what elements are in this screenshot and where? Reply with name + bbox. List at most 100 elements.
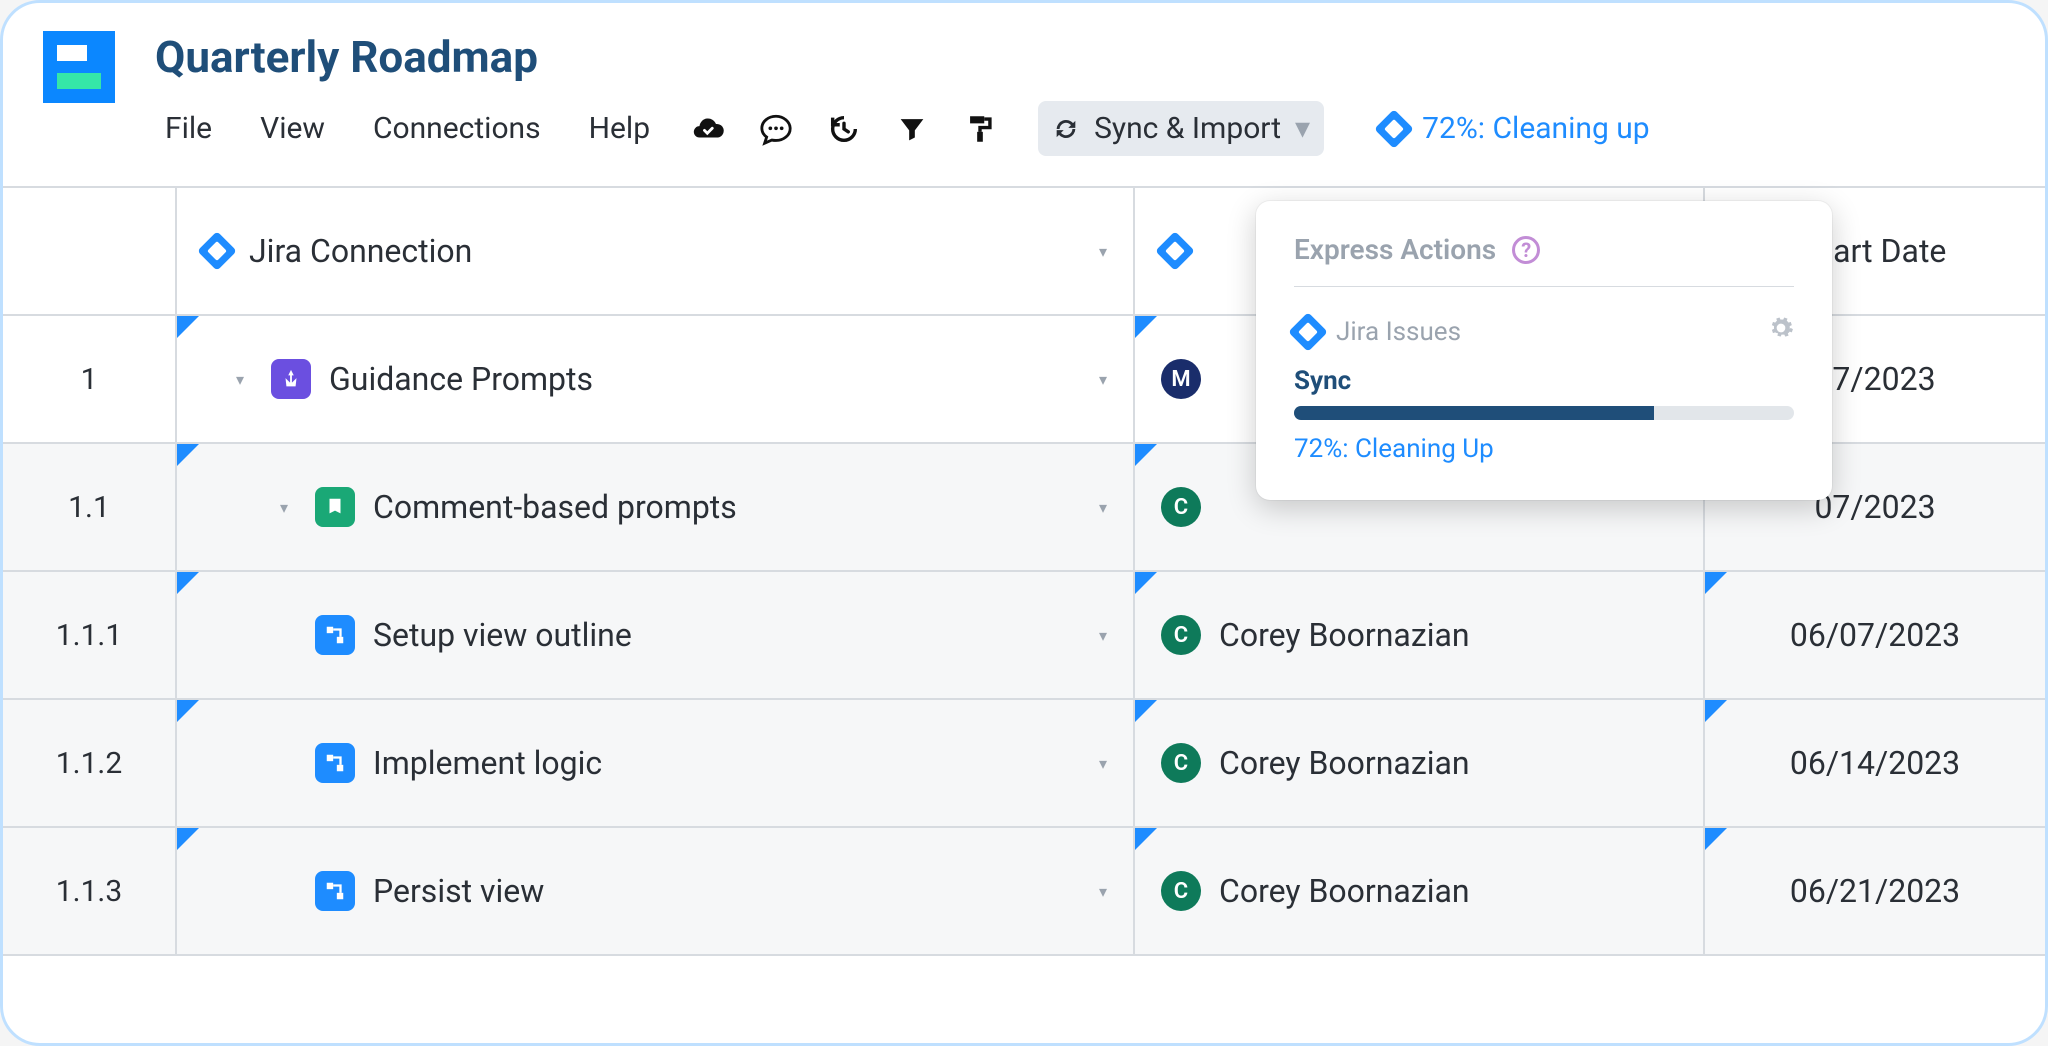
row-date: 06/21/2023 <box>1790 872 1960 910</box>
row-title: Persist view <box>373 872 544 910</box>
panel-source-row: Jira Issues <box>1294 315 1794 348</box>
sync-status-text: 72%: Cleaning up <box>1422 111 1650 146</box>
chevron-down-icon[interactable]: ▾ <box>1099 626 1107 645</box>
avatar: C <box>1161 487 1201 527</box>
chevron-down-icon[interactable]: ▾ <box>1099 242 1107 261</box>
menu-help[interactable]: Help <box>579 105 660 152</box>
item-type-icon <box>315 615 355 655</box>
assignee-name: Corey Boornazian <box>1219 616 1470 654</box>
row-number: 1.1 <box>3 444 177 570</box>
row-assignee-cell[interactable]: C Corey Boornazian <box>1135 572 1705 698</box>
panel-status-text: 72%: Cleaning Up <box>1294 434 1794 464</box>
cell-flag-icon <box>1135 316 1157 338</box>
help-icon[interactable]: ? <box>1512 236 1540 264</box>
cell-flag-icon <box>177 700 199 722</box>
row-title: Implement logic <box>373 744 602 782</box>
row-title-cell[interactable]: Persist view ▾ <box>177 828 1135 954</box>
sync-import-button[interactable]: Sync & Import ▾ <box>1038 101 1324 156</box>
cell-flag-icon <box>177 572 199 594</box>
chevron-down-icon[interactable]: ▾ <box>1099 882 1107 901</box>
col-main-header[interactable]: Jira Connection ▾ <box>177 188 1135 314</box>
cell-flag-icon <box>1135 700 1157 722</box>
cell-flag-icon <box>1705 700 1727 722</box>
comment-icon[interactable] <box>756 109 796 149</box>
jira-icon <box>197 231 237 271</box>
format-painter-icon[interactable] <box>960 109 1000 149</box>
cell-flag-icon <box>1135 444 1157 466</box>
panel-sync-label: Sync <box>1294 366 1794 396</box>
chevron-down-icon: ▾ <box>1295 111 1310 146</box>
sync-import-label: Sync & Import <box>1094 111 1281 146</box>
menubar: File View Connections Help <box>155 101 2005 156</box>
cloud-check-icon[interactable] <box>688 109 728 149</box>
row-title-cell[interactable]: ▾ Guidance Prompts ▾ <box>177 316 1135 442</box>
jira-icon <box>1288 312 1328 352</box>
row-assignee-cell[interactable]: C Corey Boornazian <box>1135 828 1705 954</box>
col-number-header <box>3 188 177 314</box>
row-title: Setup view outline <box>373 616 632 654</box>
cell-flag-icon <box>1705 572 1727 594</box>
expand-toggle-icon[interactable]: ▾ <box>227 370 253 389</box>
header: Quarterly Roadmap File View Connections … <box>3 3 2045 156</box>
jira-icon <box>1374 109 1414 149</box>
item-type-icon <box>315 743 355 783</box>
filter-icon[interactable] <box>892 109 932 149</box>
chevron-down-icon[interactable]: ▾ <box>1099 498 1107 517</box>
sync-dropdown-panel: Express Actions ? Jira Issues Sync 72%: … <box>1256 201 1832 500</box>
row-title-cell[interactable]: Setup view outline ▾ <box>177 572 1135 698</box>
avatar: C <box>1161 871 1201 911</box>
panel-heading-label: Express Actions <box>1294 233 1496 266</box>
cell-flag-icon <box>1705 828 1727 850</box>
row-title-cell[interactable]: Implement logic ▾ <box>177 700 1135 826</box>
row-number: 1.1.2 <box>3 700 177 826</box>
row-date-cell[interactable]: 06/21/2023 <box>1705 828 2045 954</box>
item-type-icon <box>315 487 355 527</box>
panel-heading: Express Actions ? <box>1294 233 1794 287</box>
row-title: Guidance Prompts <box>329 360 593 398</box>
avatar: C <box>1161 615 1201 655</box>
row-number: 1.1.3 <box>3 828 177 954</box>
app-logo-icon <box>43 31 115 103</box>
row-date-cell[interactable]: 06/07/2023 <box>1705 572 2045 698</box>
gear-icon[interactable] <box>1768 315 1794 348</box>
app-frame: Quarterly Roadmap File View Connections … <box>0 0 2048 1046</box>
avatar: C <box>1161 743 1201 783</box>
panel-source-label: Jira Issues <box>1336 317 1461 347</box>
assignee-name: Corey Boornazian <box>1219 744 1470 782</box>
row-assignee-cell[interactable]: C Corey Boornazian <box>1135 700 1705 826</box>
row-date-cell[interactable]: 06/14/2023 <box>1705 700 2045 826</box>
page-title: Quarterly Roadmap <box>155 31 2005 83</box>
row-number: 1 <box>3 316 177 442</box>
refresh-icon <box>1052 115 1080 143</box>
cell-flag-icon <box>1135 572 1157 594</box>
header-main: Quarterly Roadmap File View Connections … <box>155 31 2005 156</box>
sync-status[interactable]: 72%: Cleaning up <box>1380 111 1650 146</box>
assignee-name: Corey Boornazian <box>1219 872 1470 910</box>
menu-connections[interactable]: Connections <box>363 105 551 152</box>
cell-flag-icon <box>1135 828 1157 850</box>
cell-flag-icon <box>177 828 199 850</box>
row-date: 07/2023 <box>1814 488 1935 526</box>
menu-file[interactable]: File <box>155 105 222 152</box>
cell-flag-icon <box>177 316 199 338</box>
history-icon[interactable] <box>824 109 864 149</box>
row-number: 1.1.1 <box>3 572 177 698</box>
chevron-down-icon[interactable]: ▾ <box>1099 370 1107 389</box>
item-type-icon <box>271 359 311 399</box>
row-date: 06/07/2023 <box>1790 616 1960 654</box>
table-row: 1.1.3 Persist view ▾ C Corey Boornazian … <box>3 828 2045 956</box>
menu-view[interactable]: View <box>250 105 335 152</box>
chevron-down-icon[interactable]: ▾ <box>1099 754 1107 773</box>
progress-bar <box>1294 406 1794 420</box>
row-title: Comment-based prompts <box>373 488 737 526</box>
row-date: 07/2023 <box>1814 360 1935 398</box>
row-title-cell[interactable]: ▾ Comment-based prompts ▾ <box>177 444 1135 570</box>
table-row: 1.1.2 Implement logic ▾ C Corey Boornazi… <box>3 700 2045 828</box>
item-type-icon <box>315 871 355 911</box>
cell-flag-icon <box>177 444 199 466</box>
row-date: 06/14/2023 <box>1790 744 1960 782</box>
jira-icon <box>1155 231 1195 271</box>
progress-fill <box>1294 406 1654 420</box>
avatar: M <box>1161 359 1201 399</box>
expand-toggle-icon[interactable]: ▾ <box>271 498 297 517</box>
